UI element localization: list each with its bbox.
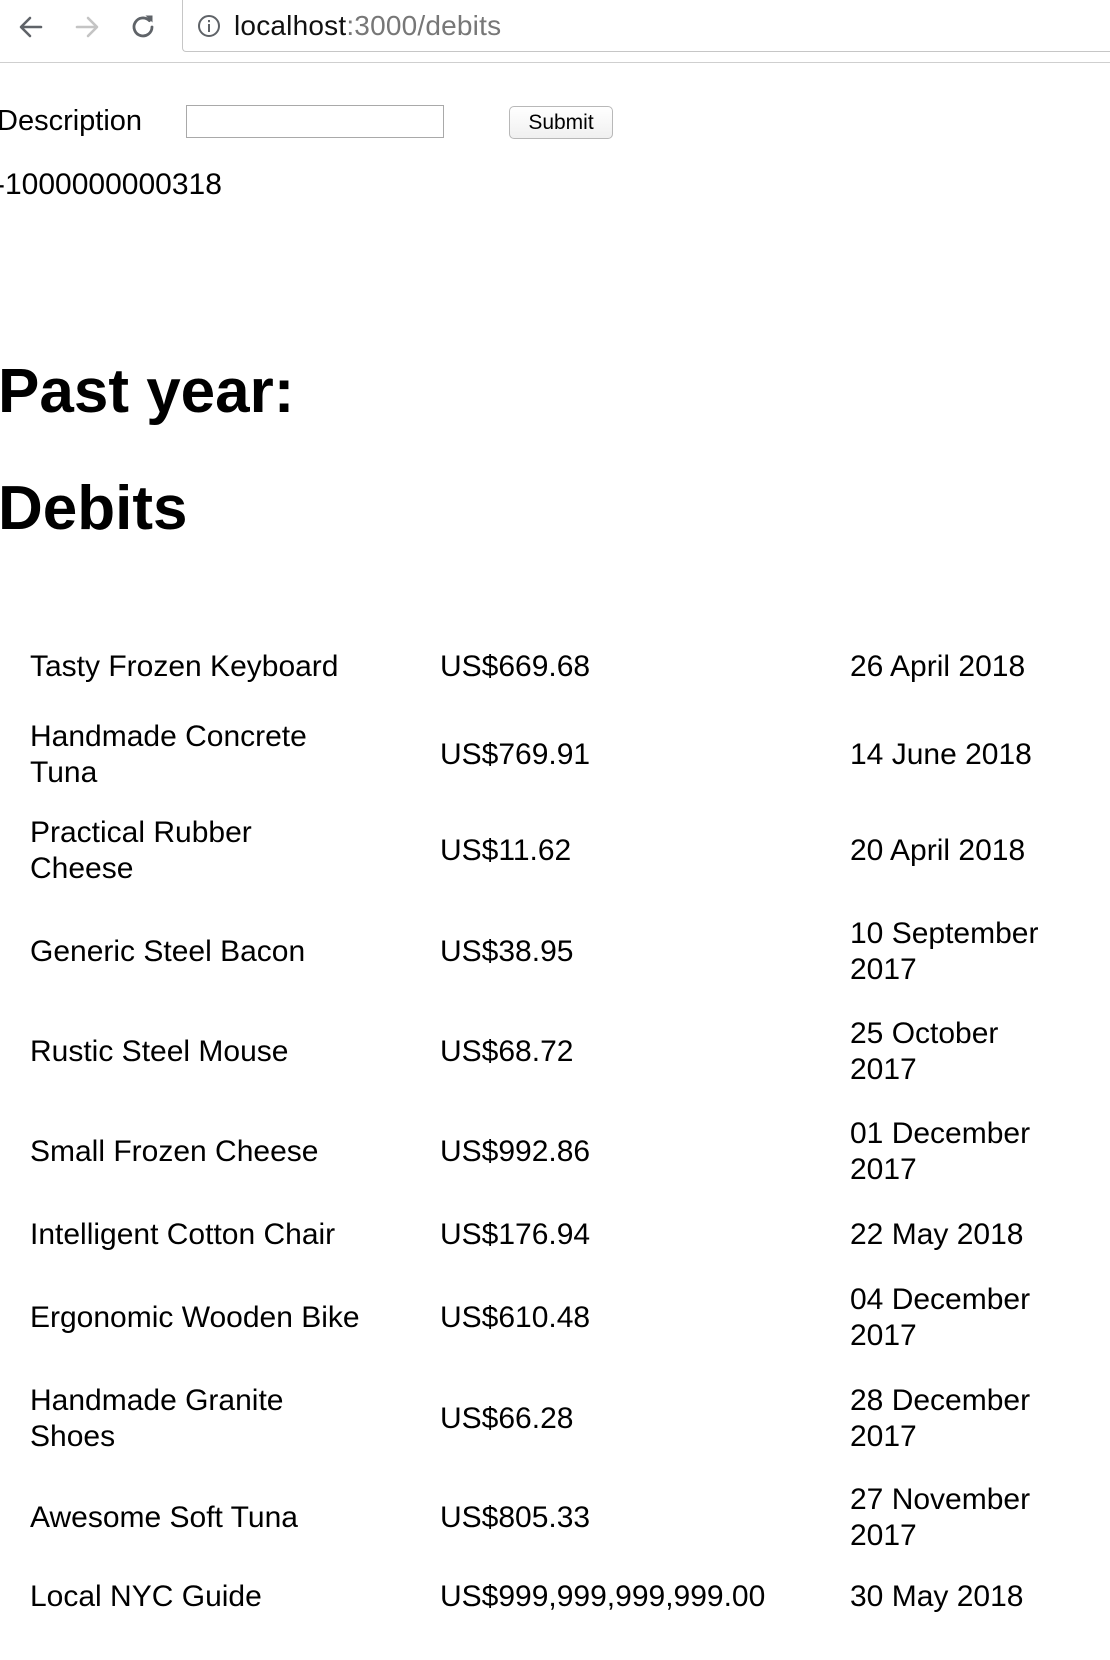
- debit-description: Small Frozen Cheese: [30, 1134, 319, 1168]
- debits-table-body: Tasty Frozen Keyboard US$669.68 26 April 2…: [30, 623, 1060, 1630]
- debit-description: Intelligent Cotton Chair: [30, 1218, 336, 1251]
- debit-description: Generic Steel Bacon: [30, 934, 306, 968]
- table-row: Local NYC Guide US$999,999,999,999.00 30 M…: [30, 1564, 1060, 1630]
- info-icon[interactable]: [197, 14, 221, 38]
- debit-date-cell: 27 November 2017: [850, 1472, 1060, 1564]
- back-button[interactable]: [14, 10, 48, 44]
- debit-form: Description Submit: [0, 103, 697, 139]
- debit-date-cell: 04 December 2017: [850, 1271, 1060, 1365]
- debit-date: 27 November 2017: [850, 1483, 1031, 1552]
- debit-description-cell: Ergonomic Wooden Bike: [30, 1271, 440, 1365]
- debit-date-cell: 26 April 2018: [850, 623, 1060, 711]
- forward-button[interactable]: [70, 10, 104, 44]
- table-row: Tasty Frozen Keyboard US$669.68 26 April 2…: [30, 623, 1060, 711]
- debit-date: 30 May 2018: [850, 1580, 1024, 1613]
- debit-amount: US$669.68: [440, 650, 591, 683]
- debit-amount-cell: US$68.72: [440, 999, 850, 1104]
- debit-description: Handmade Concrete Tuna: [30, 719, 307, 789]
- table-row: Rustic Steel Mouse US$68.72 25 October 201…: [30, 999, 1060, 1104]
- debit-description-cell: Intelligent Cotton Chair: [30, 1199, 440, 1271]
- reload-icon: [132, 15, 154, 38]
- submit-button[interactable]: Submit: [509, 106, 613, 139]
- url-text[interactable]: localhost:3000/debits: [234, 10, 501, 42]
- debit-date-cell: 20 April 2018: [850, 798, 1060, 904]
- table-row: Small Frozen Cheese US$992.86 01 December …: [30, 1104, 1060, 1199]
- debit-amount-cell: US$805.33: [440, 1472, 850, 1564]
- debit-date-cell: 14 June 2018: [850, 711, 1060, 798]
- debit-amount-cell: US$66.28: [440, 1365, 850, 1472]
- debit-description-cell: Rustic Steel Mouse: [30, 999, 440, 1104]
- debit-description-cell: Local NYC Guide: [30, 1564, 440, 1630]
- debit-description: Awesome Soft Tuna: [30, 1501, 298, 1534]
- debit-date-cell: 10 September 2017: [850, 904, 1060, 999]
- debit-amount: US$610.48: [440, 1301, 591, 1334]
- debit-date-cell: 01 December 2017: [850, 1104, 1060, 1199]
- browser-toolbar: localhost:3000/debits: [0, 0, 1110, 63]
- debit-date: 04 December 2017: [850, 1283, 1031, 1352]
- debit-description: Practical Rubber Cheese: [30, 816, 252, 885]
- debit-amount-cell: US$769.91: [440, 711, 850, 798]
- debit-description: Tasty Frozen Keyboard: [30, 650, 339, 683]
- debit-amount-cell: US$11.62: [440, 798, 850, 904]
- debit-date-cell: 22 May 2018: [850, 1199, 1060, 1271]
- debit-date: 10 September 2017: [850, 916, 1039, 986]
- debit-description-cell: Small Frozen Cheese: [30, 1104, 440, 1199]
- debit-amount-cell: US$610.48: [440, 1271, 850, 1365]
- page-content: Description Submit -1000000000318 Past y…: [0, 63, 1110, 1660]
- past-year-heading: Past year:: [0, 357, 295, 426]
- debit-description-cell: Generic Steel Bacon: [30, 904, 440, 999]
- debit-description: Local NYC Guide: [30, 1580, 262, 1613]
- description-label: Description: [0, 105, 143, 137]
- debit-amount: US$992.86: [440, 1134, 591, 1168]
- debit-description-cell: Handmade Concrete Tuna: [30, 711, 440, 798]
- debit-date: 14 June 2018: [850, 737, 1032, 771]
- debit-amount: US$176.94: [440, 1218, 591, 1251]
- table-row: Ergonomic Wooden Bike US$610.48 04 Decembe…: [30, 1271, 1060, 1365]
- balance-value: -1000000000318: [0, 168, 222, 201]
- debit-date: 20 April 2018: [850, 834, 1026, 867]
- debit-description-cell: Handmade Granite Shoes: [30, 1365, 440, 1472]
- debit-description-cell: Tasty Frozen Keyboard: [30, 623, 440, 711]
- table-row: Generic Steel Bacon US$38.95 10 September …: [30, 904, 1060, 999]
- debit-date: 01 December 2017: [850, 1116, 1031, 1186]
- debit-amount-cell: US$999,999,999,999.00: [440, 1564, 850, 1630]
- debit-amount: US$11.62: [440, 834, 572, 867]
- debit-amount: US$805.33: [440, 1501, 591, 1534]
- description-input[interactable]: [186, 105, 444, 138]
- debit-date: 28 December 2017: [850, 1383, 1031, 1453]
- debit-amount: US$769.91: [440, 737, 591, 771]
- debit-date: 25 October 2017: [850, 1016, 999, 1086]
- table-row: Intelligent Cotton Chair US$176.94 22 May …: [30, 1199, 1060, 1271]
- debit-description-cell: Awesome Soft Tuna: [30, 1472, 440, 1564]
- reload-button[interactable]: [126, 10, 160, 44]
- arrow-right-icon: [75, 16, 99, 38]
- debit-description: Rustic Steel Mouse: [30, 1034, 289, 1068]
- debit-amount-cell: US$176.94: [440, 1199, 850, 1271]
- table-row: Handmade Concrete Tuna US$769.91 14 June 2…: [30, 711, 1060, 798]
- table-row: Practical Rubber Cheese US$11.62 20 April …: [30, 798, 1060, 904]
- arrow-left-icon: [19, 16, 43, 38]
- debit-date: 26 April 2018: [850, 650, 1026, 683]
- debit-amount: US$999,999,999,999.00: [440, 1580, 766, 1613]
- debit-date-cell: 25 October 2017: [850, 999, 1060, 1104]
- debit-amount-cell: US$669.68: [440, 623, 850, 711]
- table-row: Awesome Soft Tuna US$805.33 27 November 20…: [30, 1472, 1060, 1564]
- debit-date: 22 May 2018: [850, 1218, 1024, 1251]
- debit-amount: US$66.28: [440, 1401, 574, 1435]
- debit-description: Handmade Granite Shoes: [30, 1383, 284, 1453]
- debits-table: Tasty Frozen Keyboard US$669.68 26 April 2…: [30, 623, 1060, 1630]
- debits-heading: Debits: [0, 474, 188, 543]
- debit-date-cell: 28 December 2017: [850, 1365, 1060, 1472]
- url-path: :3000/debits: [346, 10, 502, 41]
- debit-amount: US$38.95: [440, 934, 574, 968]
- debit-amount-cell: US$38.95: [440, 904, 850, 999]
- address-bar[interactable]: localhost:3000/debits: [182, 0, 1110, 52]
- debit-description: Ergonomic Wooden Bike: [30, 1301, 360, 1334]
- table-row: Handmade Granite Shoes US$66.28 28 Decembe…: [30, 1365, 1060, 1472]
- debit-date-cell: 30 May 2018: [850, 1564, 1060, 1630]
- url-host: localhost: [234, 10, 347, 41]
- debit-amount-cell: US$992.86: [440, 1104, 850, 1199]
- debit-description-cell: Practical Rubber Cheese: [30, 798, 440, 904]
- debit-amount: US$68.72: [440, 1034, 574, 1068]
